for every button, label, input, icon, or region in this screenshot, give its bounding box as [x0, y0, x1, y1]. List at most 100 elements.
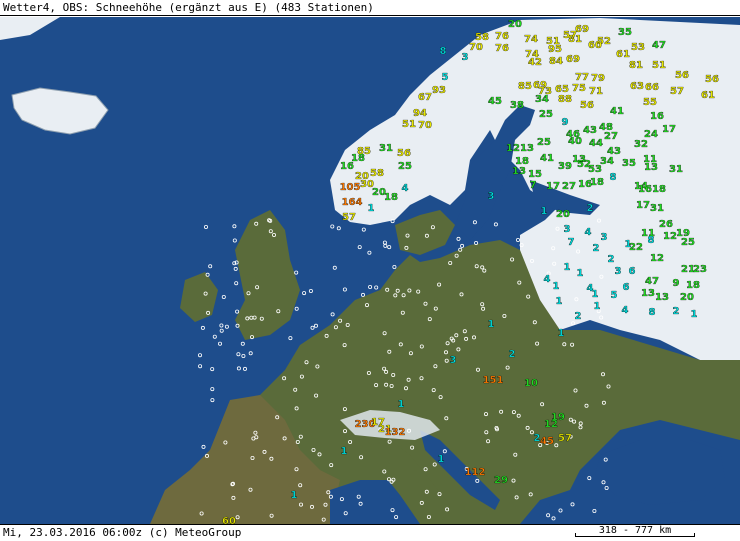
station-value: 20 — [680, 292, 694, 303]
station-value: 56 — [675, 70, 689, 81]
station-value: 3 — [450, 355, 457, 366]
station-value: 2 — [587, 203, 594, 214]
station-value: 132 — [385, 427, 406, 438]
station-value: 25 — [681, 237, 695, 248]
station-value: 1 — [594, 301, 601, 312]
station-value: 10 — [524, 378, 538, 389]
station-value: 34 — [535, 94, 549, 105]
station-value: 75 — [572, 83, 586, 94]
station-value: 2 — [534, 433, 541, 444]
station-value: 8 — [649, 307, 656, 318]
station-value: 164 — [342, 197, 363, 208]
station-value: 31 — [650, 203, 664, 214]
station-value: 18 — [686, 280, 700, 291]
station-value: 6 — [623, 282, 630, 293]
station-value: 9 — [562, 117, 569, 128]
station-value: 47 — [652, 40, 666, 51]
station-value: 105 — [340, 182, 361, 193]
station-value: 51 — [402, 119, 416, 130]
station-value: 18 — [652, 184, 666, 195]
station-value: 71 — [589, 86, 603, 97]
station-value: 2 — [608, 254, 615, 265]
station-value: 8 — [440, 46, 447, 57]
station-value: 61 — [701, 90, 715, 101]
station-value: 79 — [591, 73, 605, 84]
station-value: 57 — [342, 212, 356, 223]
station-value: 20 — [556, 209, 570, 220]
station-value: 2 — [575, 311, 582, 322]
station-value: 4 — [402, 183, 409, 194]
station-value: 51 — [652, 60, 666, 71]
station-value: 7 — [568, 237, 575, 248]
station-value: 31 — [669, 164, 683, 175]
station-value: 13 — [520, 143, 534, 154]
station-value: 6 — [629, 266, 636, 277]
station-value: 76 — [495, 31, 509, 42]
station-value: 15 — [528, 169, 542, 180]
station-value: 38 — [510, 100, 524, 111]
station-value: 25 — [398, 161, 412, 172]
station-value: 1 — [691, 309, 698, 320]
station-value: 35 — [622, 158, 636, 169]
station-value: 56 — [580, 100, 594, 111]
map-viewer: Wetter4, OBS: Schneehöhe (ergänzt aus E)… — [0, 0, 740, 540]
station-value: 1 — [398, 399, 405, 410]
station-value: 41 — [540, 153, 554, 164]
station-value: 5 — [442, 72, 449, 83]
station-value: 43 — [583, 125, 597, 136]
station-value: 66 — [645, 82, 659, 93]
station-value: 74 — [524, 34, 538, 45]
snow-depth-map[interactable]: 20 35 47 58 76 74 51 81 69 57 52 70 76 74 95 60 53 61 42 84… — [0, 17, 740, 524]
station-value: 20 — [508, 19, 522, 30]
station-value: 8 — [610, 172, 617, 183]
station-value: 57 — [558, 433, 572, 444]
station-value: 1 — [564, 262, 571, 273]
station-value: 58 — [370, 168, 384, 179]
station-value: 94 — [413, 108, 427, 119]
station-value: 8 — [648, 235, 655, 246]
scale-bar-line — [575, 533, 695, 537]
station-value: 18 — [590, 177, 604, 188]
station-value: 13 — [655, 292, 669, 303]
map-title: Wetter4, OBS: Schneehöhe (ergänzt aus E)… — [0, 0, 740, 16]
station-value: 13 — [641, 288, 655, 299]
station-value: 3 — [615, 266, 622, 277]
station-value: 44 — [589, 138, 603, 149]
station-value: 81 — [629, 60, 643, 71]
station-value: 1 — [577, 268, 584, 279]
station-value: 34 — [600, 156, 614, 167]
station-value: 41 — [610, 106, 624, 117]
station-value: 23 — [693, 264, 707, 275]
station-value: 69 — [566, 54, 580, 65]
station-value: 1 — [291, 490, 298, 501]
station-value: 17 — [636, 200, 650, 211]
map-canvas: 20354758 76 74 51 8169575270 7674 95 60 536142 84… — [0, 17, 740, 524]
station-value: 57 — [670, 86, 684, 97]
station-value: 112 — [465, 467, 486, 478]
station-value: 1 — [488, 319, 495, 330]
station-value: 18 — [384, 192, 398, 203]
station-value: 70 — [469, 42, 483, 53]
station-value: 56 — [397, 148, 411, 159]
station-value: 27 — [604, 131, 618, 142]
station-value: 1 — [553, 281, 560, 292]
station-value: 1 — [625, 239, 632, 250]
station-value: 29 — [494, 475, 508, 486]
station-value: 69 — [575, 24, 589, 35]
station-value: 42 — [528, 57, 542, 68]
station-value: 12 — [506, 143, 520, 154]
station-value: 53 — [588, 164, 602, 175]
station-value: 57 — [563, 30, 577, 41]
station-value: 77 — [575, 72, 589, 83]
station-value: 17 — [662, 124, 676, 135]
station-value: 3 — [564, 224, 571, 235]
station-value: 17 — [546, 181, 560, 192]
station-value: 25 — [537, 137, 551, 148]
station-value: 55 — [643, 97, 657, 108]
station-value: 4 — [544, 274, 551, 285]
station-value: 1 — [556, 296, 563, 307]
station-value: 3 — [488, 191, 495, 202]
station-value: 4 — [622, 305, 629, 316]
station-value: 3 — [462, 52, 469, 63]
station-value: 1 — [541, 206, 548, 217]
